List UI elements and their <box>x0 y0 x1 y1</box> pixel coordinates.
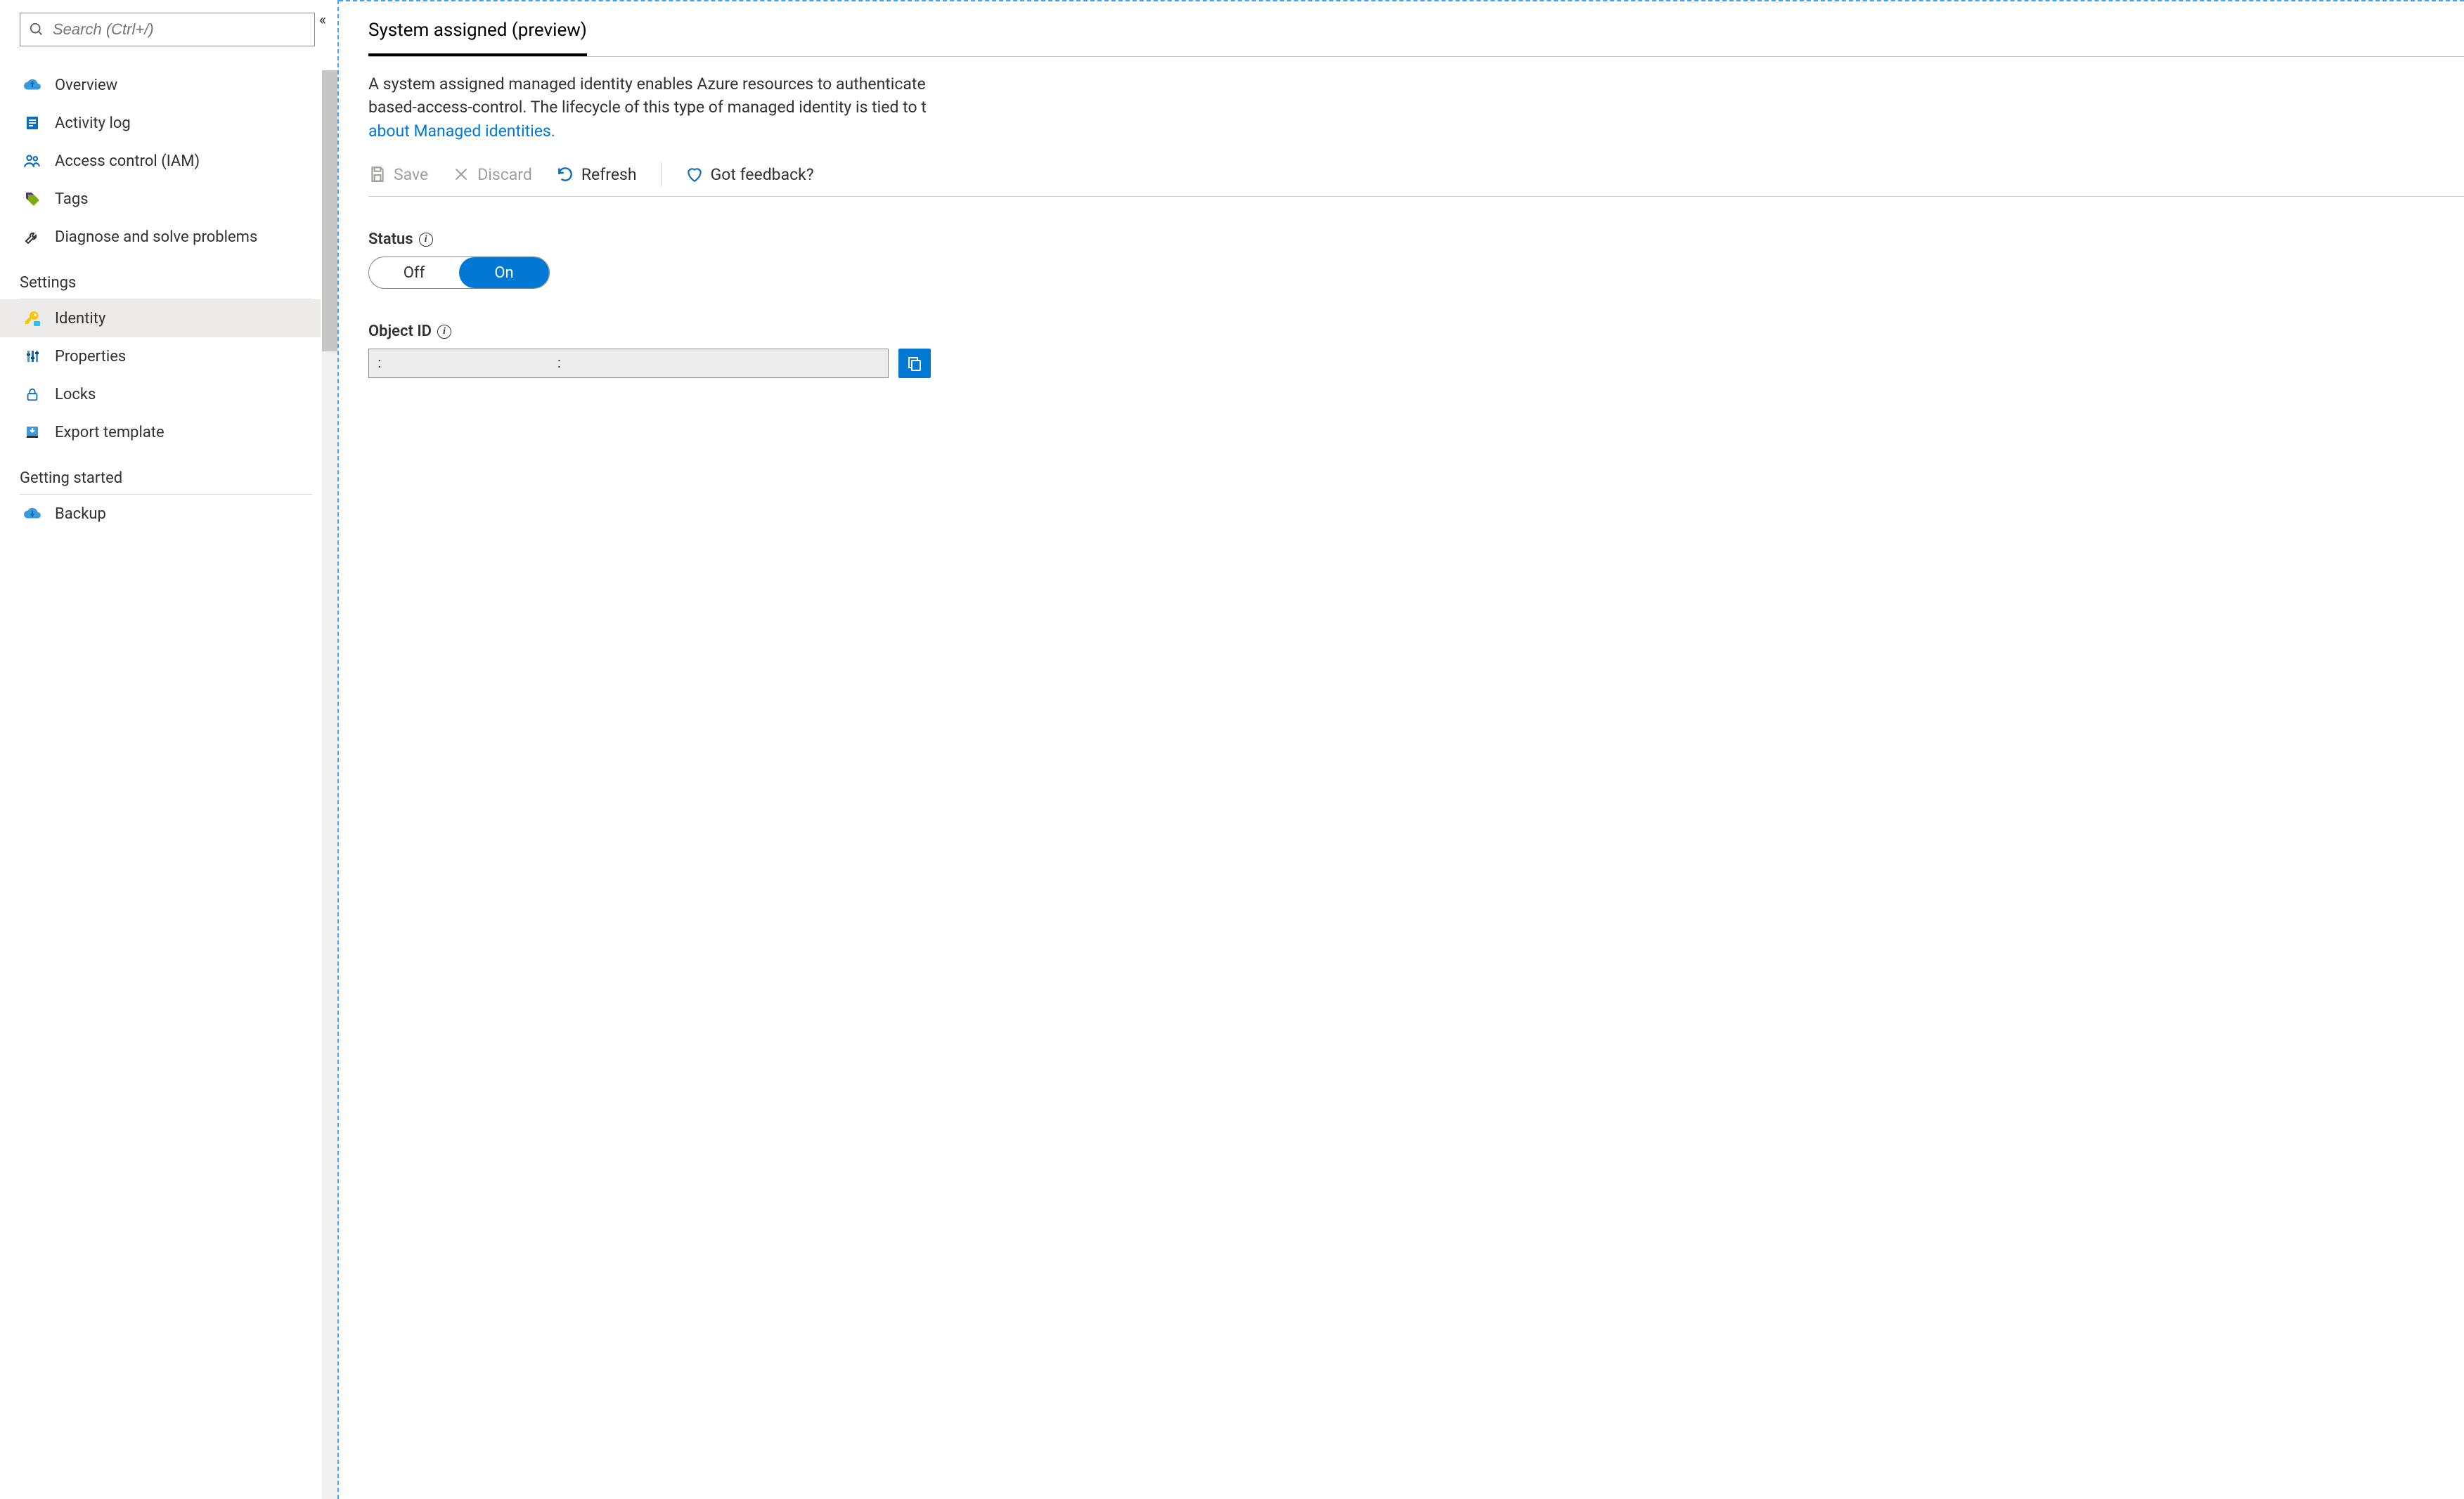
description-line1: A system assigned managed identity enabl… <box>368 74 926 93</box>
toolbar: Save Discard Refresh Got feedback? <box>368 162 2464 197</box>
tab-system-assigned[interactable]: System assigned (preview) <box>368 20 587 56</box>
status-toggle[interactable]: Off On <box>368 257 550 289</box>
description-text: A system assigned managed identity enabl… <box>368 72 2464 143</box>
discard-label: Discard <box>477 165 532 184</box>
sidebar-section-settings: Settings <box>20 256 312 299</box>
sidebar-item-label: Export template <box>55 424 165 441</box>
search-input[interactable] <box>51 20 306 39</box>
collapse-sidebar-icon[interactable]: « <box>319 11 326 29</box>
info-icon[interactable]: i <box>437 325 451 339</box>
status-off-option[interactable]: Off <box>369 257 459 288</box>
feedback-label: Got feedback? <box>711 165 814 184</box>
description-line2: based-access-control. The lifecycle of t… <box>368 98 927 117</box>
sidebar-item-label: Backup <box>55 505 106 523</box>
sidebar-item-activity-log[interactable]: Activity log <box>20 104 321 142</box>
status-on-option[interactable]: On <box>459 257 549 288</box>
sliders-icon <box>22 348 42 365</box>
sidebar-item-diagnose[interactable]: Diagnose and solve problems <box>20 218 321 256</box>
heart-icon <box>685 165 704 183</box>
objectid-label: Object ID <box>368 323 432 340</box>
sidebar-item-label: Activity log <box>55 115 131 132</box>
sidebar-item-backup[interactable]: Backup <box>20 495 321 533</box>
key-icon <box>22 310 42 327</box>
status-section: Status i Off On <box>368 231 2464 289</box>
save-label: Save <box>394 165 428 184</box>
managed-identities-link[interactable]: about Managed identities. <box>368 122 555 141</box>
sidebar-item-access-control[interactable]: Access control (IAM) <box>20 142 321 180</box>
status-label: Status <box>368 231 413 248</box>
lock-icon <box>22 387 42 402</box>
sidebar-item-identity[interactable]: Identity <box>0 299 321 337</box>
wrench-icon <box>22 228 42 245</box>
refresh-label: Refresh <box>581 165 637 184</box>
sidebar-item-label: Identity <box>55 310 105 327</box>
sidebar-item-label: Locks <box>55 386 96 403</box>
sidebar-item-label: Properties <box>55 348 126 365</box>
copy-button[interactable] <box>898 349 931 378</box>
sidebar-item-label: Tags <box>55 190 89 208</box>
tabs: System assigned (preview) <box>368 20 2464 57</box>
objectid-section: Object ID i : : <box>368 323 2464 378</box>
export-icon <box>22 424 42 441</box>
sidebar-item-label: Overview <box>55 77 117 94</box>
tags-icon <box>22 190 42 207</box>
discard-button[interactable]: Discard <box>452 165 532 184</box>
info-icon[interactable]: i <box>419 233 433 247</box>
sidebar: « Overview Activity log <box>0 0 337 1499</box>
refresh-button[interactable]: Refresh <box>556 165 637 184</box>
sidebar-section-getting-started: Getting started <box>20 451 312 495</box>
objectid-value-a: : <box>378 356 382 372</box>
copy-icon <box>906 355 923 372</box>
objectid-field[interactable]: : : <box>368 349 889 378</box>
save-icon <box>368 165 387 183</box>
search-box[interactable] <box>20 13 315 46</box>
discard-icon <box>452 165 470 183</box>
sidebar-item-label: Access control (IAM) <box>55 153 200 170</box>
log-icon <box>22 115 42 131</box>
search-icon <box>29 22 44 37</box>
main-content: System assigned (preview) A system assig… <box>339 0 2464 1499</box>
sidebar-item-export-template[interactable]: Export template <box>20 413 321 451</box>
feedback-button[interactable]: Got feedback? <box>685 165 814 184</box>
sidebar-item-tags[interactable]: Tags <box>20 180 321 218</box>
objectid-value-b: : <box>557 356 562 372</box>
sidebar-item-label: Diagnose and solve problems <box>55 228 257 246</box>
cloud-icon <box>22 76 42 94</box>
sidebar-item-locks[interactable]: Locks <box>20 375 321 413</box>
nav: Overview Activity log Access control (IA… <box>20 66 337 533</box>
people-icon <box>22 152 42 170</box>
scrollbar-thumb[interactable] <box>322 70 337 351</box>
sidebar-scrollbar[interactable] <box>322 70 337 1499</box>
cloud-backup-icon <box>22 505 42 523</box>
refresh-icon <box>556 165 574 183</box>
save-button[interactable]: Save <box>368 165 428 184</box>
sidebar-item-properties[interactable]: Properties <box>20 337 321 375</box>
toolbar-divider <box>661 162 662 186</box>
sidebar-item-overview[interactable]: Overview <box>20 66 321 104</box>
